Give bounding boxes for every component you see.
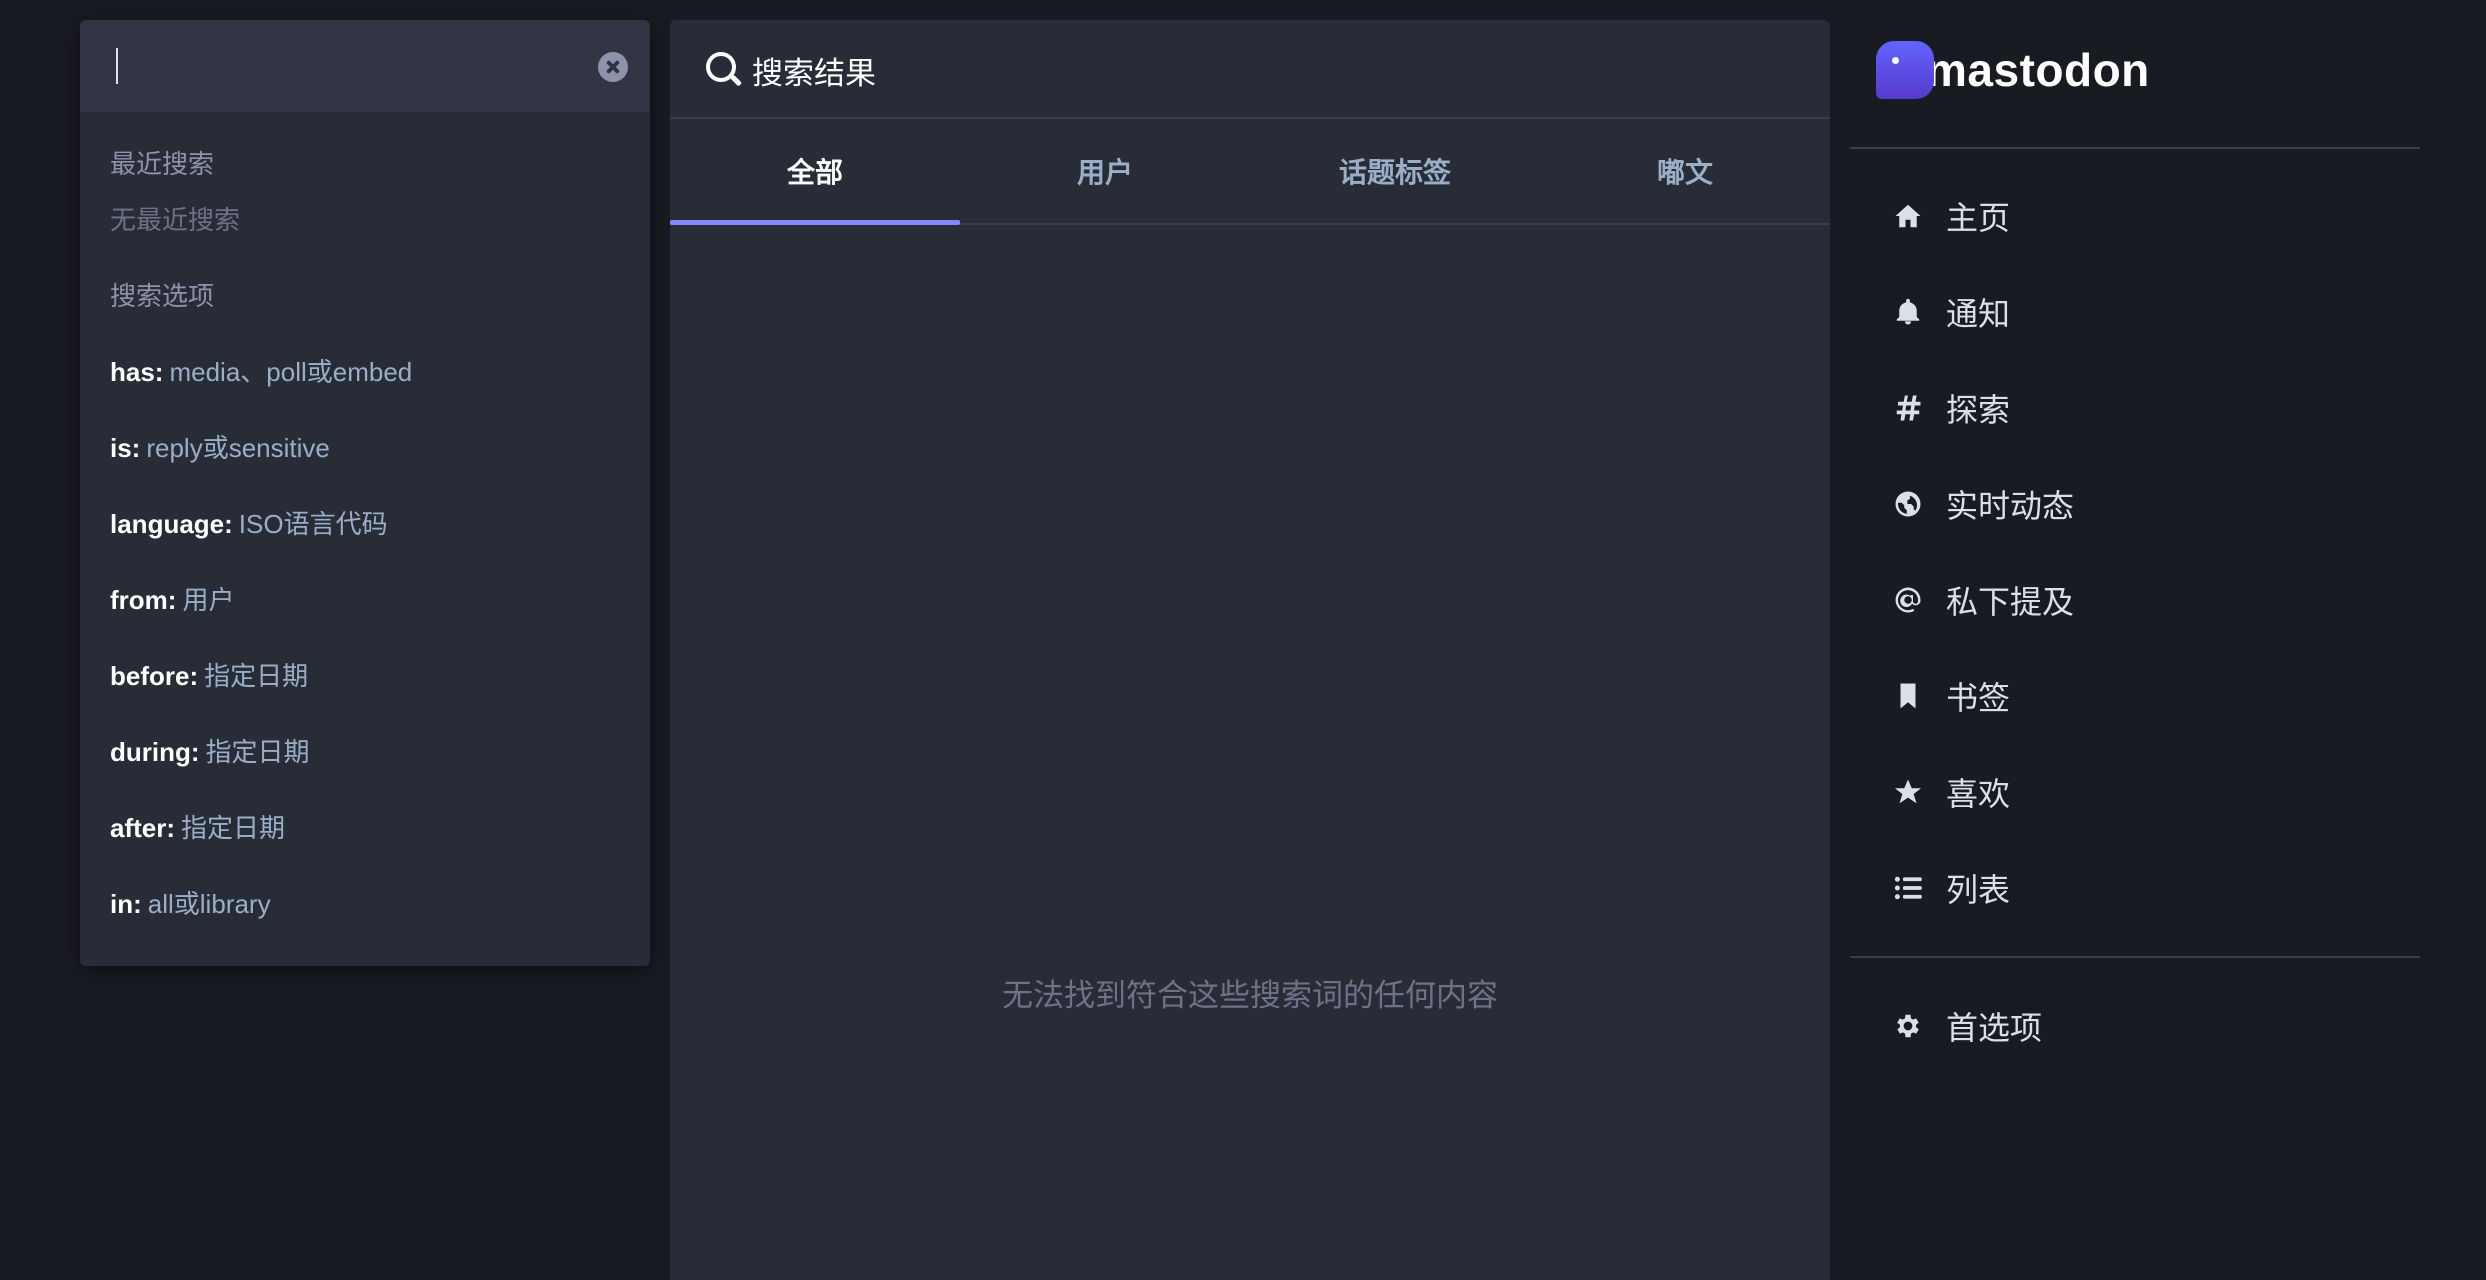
results-tabs: 全部 用户 话题标签 嘟文 <box>670 119 1830 225</box>
tab-hashtags[interactable]: 话题标签 <box>1250 119 1540 223</box>
option-key: from: <box>110 585 177 615</box>
empty-results-message: 无法找到符合这些搜索词的任何内容 <box>1002 978 1498 1013</box>
sidebar-item-label: 首选项 <box>1946 1010 2043 1046</box>
sidebar-item-lists[interactable]: 列表 <box>1890 858 2010 918</box>
logo-text: mastodon <box>1926 44 2150 96</box>
tab-accounts[interactable]: 用户 <box>960 119 1250 223</box>
option-key: has: <box>110 357 164 387</box>
bell-icon <box>1890 294 1926 330</box>
list-icon <box>1890 870 1926 906</box>
gear-icon <box>1890 1008 1926 1044</box>
sidebar-divider <box>1850 147 2420 149</box>
column-header: 搜索结果 <box>670 20 1830 119</box>
sidebar-item-label: 私下提及 <box>1946 584 2075 620</box>
sidebar-item-live-feeds[interactable]: 实时动态 <box>1890 474 2074 534</box>
option-desc: 指定日期 <box>204 661 309 691</box>
search-options-heading: 搜索选项 <box>110 281 215 311</box>
search-option-is[interactable]: is: reply或sensitive <box>110 428 330 465</box>
search-results-column: 搜索结果 全部 用户 话题标签 嘟文 无法找到符合这些搜索词的任何内容 <box>670 20 1830 1280</box>
sidebar-item-label: 主页 <box>1946 200 2011 236</box>
globe-icon <box>1890 486 1926 522</box>
sidebar-item-label: 探索 <box>1946 392 2011 428</box>
search-input-wrap <box>80 20 650 114</box>
sidebar-item-explore[interactable]: 探索 <box>1890 378 2010 438</box>
option-desc: reply或sensitive <box>146 433 330 463</box>
sidebar-item-label: 喜欢 <box>1946 776 2011 812</box>
sidebar-item-mentions[interactable]: 私下提及 <box>1890 570 2074 630</box>
option-key: before: <box>110 661 199 691</box>
option-key: in: <box>110 889 142 919</box>
option-desc: media、poll或embed <box>169 357 413 387</box>
option-key: after: <box>110 813 176 843</box>
tab-posts[interactable]: 嘟文 <box>1540 119 1830 223</box>
search-option-has[interactable]: has: media、poll或embed <box>110 352 412 389</box>
mastodon-logo[interactable]: mastodon <box>1876 38 2150 102</box>
recent-searches-empty: 无最近搜索 <box>110 205 241 235</box>
search-option-before[interactable]: before: 指定日期 <box>110 656 308 693</box>
bookmark-icon <box>1890 678 1926 714</box>
search-input[interactable] <box>110 20 574 114</box>
sidebar-item-label: 列表 <box>1946 872 2011 908</box>
search-option-after[interactable]: after: 指定日期 <box>110 808 285 845</box>
sidebar-item-preferences[interactable]: 首选项 <box>1890 996 2042 1056</box>
option-key: during: <box>110 737 200 767</box>
option-desc: 指定日期 <box>181 813 286 843</box>
option-key: language: <box>110 509 233 539</box>
sidebar-item-favourites[interactable]: 喜欢 <box>1890 762 2010 822</box>
sidebar-item-bookmarks[interactable]: 书签 <box>1890 666 2010 726</box>
sidebar-item-label: 通知 <box>1946 296 2011 332</box>
search-dropdown: 最近搜索 无最近搜索 搜索选项 has: media、poll或embed is:… <box>80 20 650 966</box>
tab-all[interactable]: 全部 <box>670 119 960 225</box>
sidebar-divider <box>1850 956 2420 958</box>
sidebar-item-notifications[interactable]: 通知 <box>1890 282 2010 342</box>
option-desc: 用户 <box>182 585 235 615</box>
clear-icon[interactable] <box>598 52 628 82</box>
at-icon <box>1890 582 1926 618</box>
sidebar-item-label: 书签 <box>1946 680 2011 716</box>
mastodon-logo-icon <box>1876 41 1934 99</box>
recent-searches-heading: 最近搜索 <box>110 149 215 179</box>
sidebar-item-label: 实时动态 <box>1946 488 2075 524</box>
option-desc: 指定日期 <box>205 737 310 767</box>
search-option-during[interactable]: during: 指定日期 <box>110 732 310 769</box>
option-desc: all或library <box>147 889 271 919</box>
page-title: 搜索结果 <box>752 56 876 91</box>
search-option-language[interactable]: language: ISO语言代码 <box>110 504 388 541</box>
option-key: is: <box>110 433 141 463</box>
star-icon <box>1890 774 1926 810</box>
search-option-in[interactable]: in: all或library <box>110 884 271 921</box>
option-desc: ISO语言代码 <box>238 509 388 539</box>
search-option-from[interactable]: from: 用户 <box>110 580 234 617</box>
hashtag-icon <box>1890 390 1926 426</box>
sidebar-item-home[interactable]: 主页 <box>1890 186 2010 246</box>
home-icon <box>1890 198 1926 234</box>
search-icon <box>706 52 736 82</box>
